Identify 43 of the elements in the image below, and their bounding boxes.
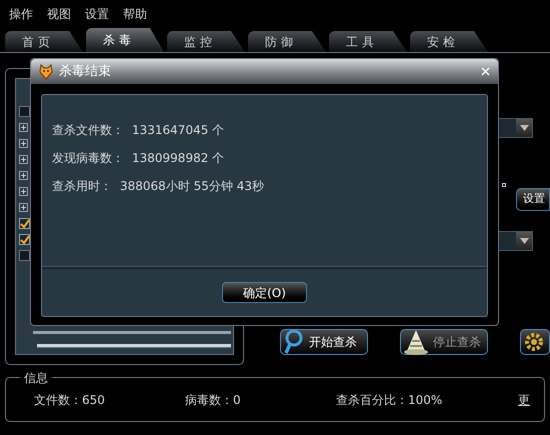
- info-text: 查杀百分比：100%: [336, 392, 444, 408]
- expand-icon[interactable]: [19, 138, 28, 148]
- more-link[interactable]: 更: [518, 390, 530, 408]
- checkbox[interactable]: [19, 218, 30, 228]
- checkbox[interactable]: [19, 234, 30, 244]
- tab[interactable]: 安检: [410, 31, 488, 52]
- result-value: 1331647045 个: [132, 122, 224, 139]
- cone-icon: [403, 329, 429, 355]
- menu-item[interactable]: 操作: [9, 4, 33, 22]
- checkbox[interactable]: [19, 106, 30, 116]
- expand-icon[interactable]: [19, 170, 28, 180]
- tab[interactable]: 防御: [248, 31, 326, 52]
- checkbox[interactable]: [19, 250, 30, 260]
- action-button[interactable]: 开始查杀: [280, 329, 368, 355]
- caret-icon: [520, 125, 528, 131]
- expand-icon[interactable]: [19, 202, 28, 212]
- menu-item[interactable]: 设置: [85, 4, 109, 22]
- tab[interactable]: 监控: [167, 31, 245, 52]
- expand-icon[interactable]: [19, 122, 28, 132]
- caret-icon: [520, 238, 528, 244]
- gear-icon: [523, 330, 545, 354]
- expand-icon[interactable]: [19, 186, 28, 196]
- result-value: 388068小时 55分钟 43秒: [120, 178, 264, 195]
- tab[interactable]: 首页: [5, 31, 83, 52]
- group-title: 信息: [20, 369, 52, 387]
- menu-item[interactable]: 视图: [47, 4, 71, 22]
- info-text: 文件数：650: [34, 392, 106, 408]
- dialog-title: 杀毒结束: [59, 62, 111, 81]
- result-label: 查杀用时：: [52, 178, 112, 195]
- ok-button[interactable]: 确定(O): [222, 282, 307, 303]
- expand-icon[interactable]: [19, 154, 28, 164]
- menu-item[interactable]: 帮助: [123, 4, 147, 22]
- result-label: 查杀文件数：: [52, 122, 124, 139]
- result-value: 1380998982 个: [132, 150, 224, 167]
- result-label: 发现病毒数：: [52, 150, 124, 167]
- settings-button[interactable]: 设置: [516, 188, 550, 211]
- info-text: 病毒数：0: [185, 392, 242, 408]
- tab[interactable]: 杀毒: [86, 28, 164, 52]
- small-square-icon: [502, 183, 506, 187]
- tab[interactable]: 工具: [329, 31, 407, 52]
- close-icon[interactable]: [481, 67, 490, 76]
- search-icon: [283, 329, 305, 355]
- settings-button[interactable]: [520, 329, 550, 355]
